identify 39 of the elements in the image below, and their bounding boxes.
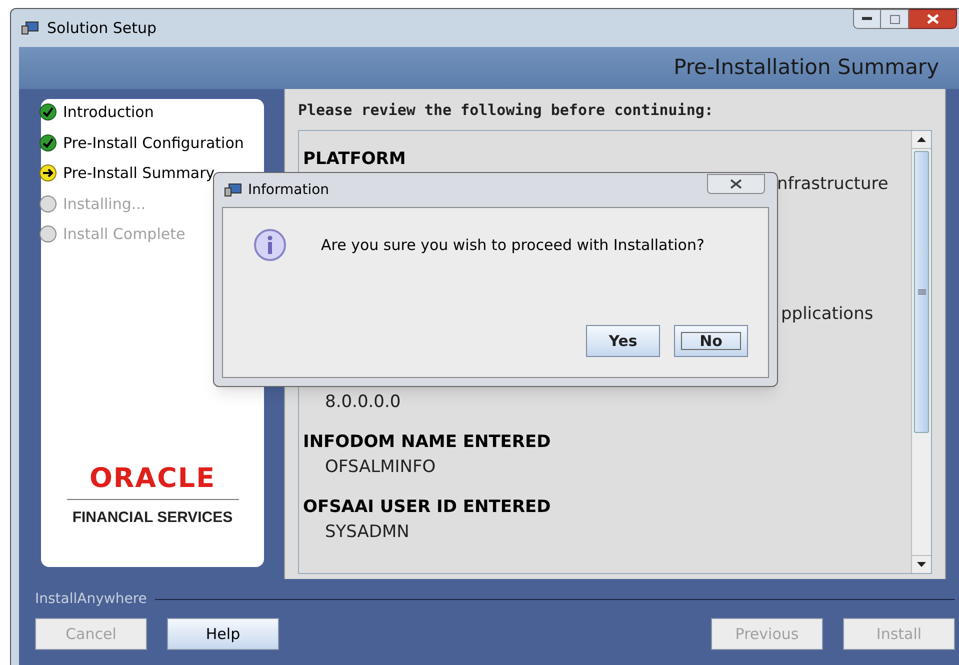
down-arrow-icon (917, 562, 926, 566)
logo-subtitle: FINANCIAL SERVICES (72, 508, 233, 528)
section-value: OFSALMINFO (324, 456, 436, 479)
section-heading: INFODOM NAME ENTERED (303, 430, 551, 454)
step-label: Introduction (63, 102, 154, 123)
close-icon (730, 179, 742, 189)
brand-logo: ORACLE (89, 464, 216, 492)
scrollbar[interactable] (911, 130, 931, 572)
maximize-icon (890, 14, 900, 24)
computer-icon (224, 182, 242, 198)
step-label: Pre-Install Summary (63, 163, 215, 184)
summary-intro: Please review the following before continuing: (298, 100, 714, 121)
dialog-button[interactable]: Yes (586, 325, 660, 357)
close-button[interactable] (909, 9, 957, 29)
dialog-message: Are you sure you wish to proceed with Installation? (321, 234, 704, 256)
computer-icon (21, 20, 39, 36)
section-value: 8.0.0.0.0 (324, 391, 401, 414)
grip-icon (918, 288, 926, 294)
section-heading: PLATFORM (303, 148, 406, 170)
section-value: SYSADMN (324, 521, 410, 544)
summary-text: pplications (781, 302, 874, 326)
step-label: Pre-Install Configuration (63, 132, 244, 154)
footer-button[interactable]: Help (167, 618, 279, 650)
minimize-icon (862, 17, 872, 21)
footer-label: InstallAnywhere (35, 590, 147, 609)
info-icon (253, 228, 287, 262)
window-title: Solution Setup (47, 18, 157, 39)
scroll-thumb[interactable] (914, 150, 929, 432)
close-icon (926, 14, 938, 24)
dialog-button[interactable]: No (674, 325, 748, 357)
step-label: Install Complete (63, 224, 186, 245)
up-arrow-icon (917, 136, 926, 142)
close-button[interactable] (707, 174, 765, 194)
step-label: Installing... (63, 194, 146, 214)
page-title: Pre-Installation Summary (674, 54, 939, 82)
minimize-button[interactable] (853, 9, 881, 29)
section-heading: OFSAAI USER ID ENTERED (303, 496, 551, 518)
summary-text: nfrastructure (777, 173, 888, 196)
dialog-title: Information (248, 180, 330, 200)
